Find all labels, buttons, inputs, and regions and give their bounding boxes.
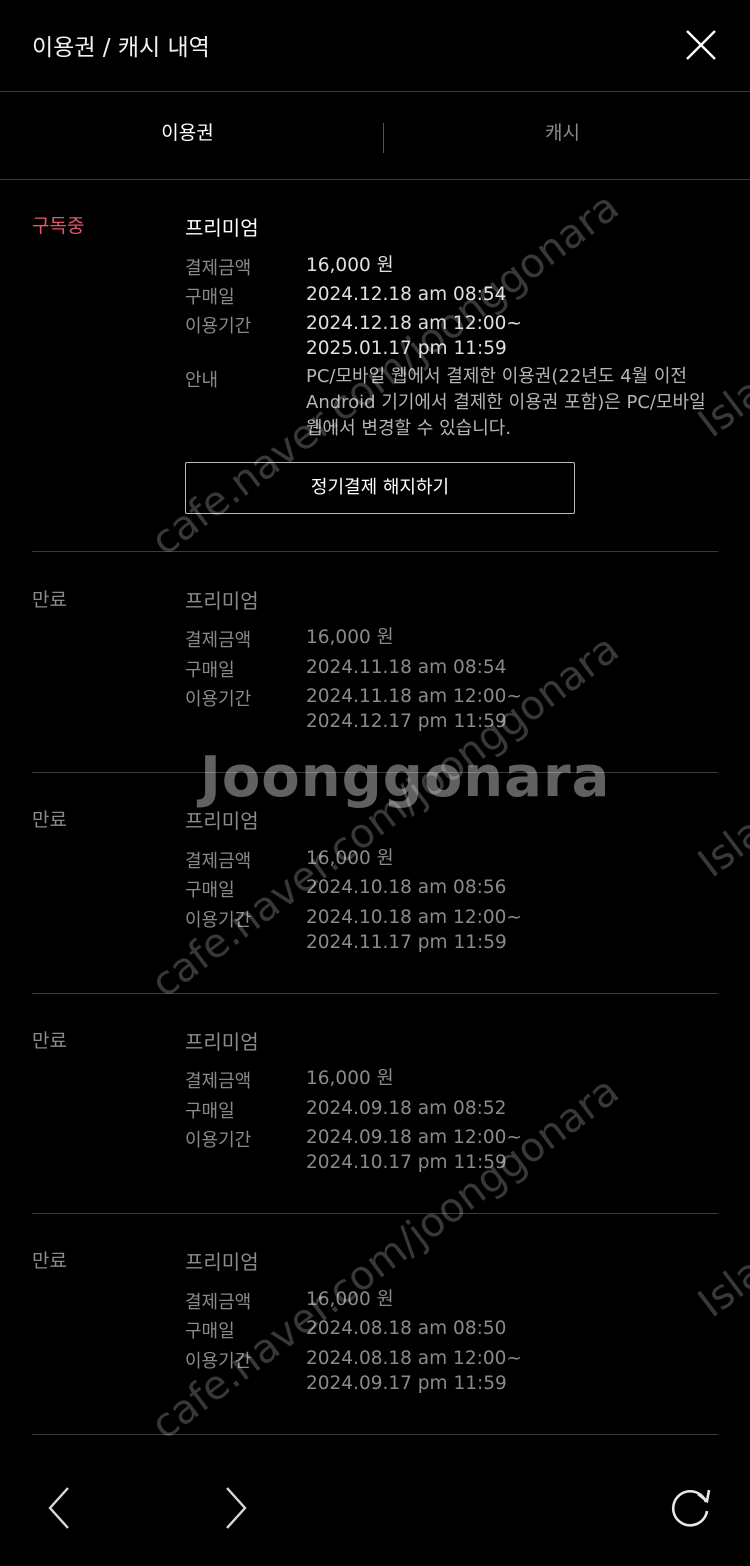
status-badge: 만료	[32, 589, 67, 611]
period-end-value: 2024.12.17 pm 11:59	[306, 711, 507, 732]
watermark-text: Island	[690, 1218, 750, 1327]
divider	[32, 993, 718, 994]
divider	[32, 1213, 718, 1214]
chevron-right-icon	[226, 1487, 247, 1529]
period-start-value: 2024.10.18 am 12:00~	[306, 907, 522, 928]
watermark-text: Island	[690, 778, 750, 887]
purchase-date-label: 구매일	[185, 1101, 235, 1122]
plan-name: 프리미엄	[185, 809, 259, 833]
notice-text: PC/모바일 웹에서 결제한 이용권(22년도 4월 이전 Android 기기…	[306, 366, 706, 439]
period-start-value: 2024.08.18 am 12:00~	[306, 1348, 522, 1369]
close-button[interactable]	[684, 28, 718, 62]
period-label: 이용기간	[185, 910, 252, 931]
divider	[32, 1434, 718, 1435]
purchase-date-value: 2024.09.18 am 08:52	[306, 1098, 507, 1119]
close-icon	[686, 30, 716, 60]
bottom-nav-bar	[0, 1460, 750, 1566]
page-title: 이용권 / 캐시 내역	[32, 35, 210, 61]
period-end-value: 2025.01.17 pm 11:59	[306, 338, 507, 359]
amount-label: 결제금액	[185, 1071, 252, 1092]
divider	[32, 772, 718, 773]
amount-label: 결제금액	[185, 851, 252, 872]
divider	[32, 551, 718, 552]
amount-value: 16,000 원	[306, 848, 394, 869]
purchase-date-label: 구매일	[185, 660, 235, 681]
purchase-date-label: 구매일	[185, 880, 235, 901]
amount-value: 16,000 원	[306, 255, 394, 276]
status-badge: 만료	[32, 1030, 67, 1052]
watermark-logo: Joonggonara	[200, 745, 611, 810]
forward-button[interactable]	[215, 1484, 255, 1532]
period-label: 이용기간	[185, 689, 252, 710]
tab-pass[interactable]: 이용권	[0, 93, 375, 180]
plan-name: 프리미엄	[185, 589, 259, 613]
period-end-value: 2024.09.17 pm 11:59	[306, 1373, 507, 1394]
tab-cash[interactable]: 캐시	[375, 93, 750, 180]
amount-value: 16,000 원	[306, 1289, 394, 1310]
period-start-value: 2024.09.18 am 12:00~	[306, 1127, 522, 1148]
period-label: 이용기간	[185, 316, 252, 337]
notice-label: 안내	[185, 370, 219, 391]
refresh-icon	[671, 1489, 711, 1527]
cancel-subscription-button[interactable]: 정기결제 해지하기	[185, 462, 575, 514]
plan-name: 프리미엄	[185, 1250, 259, 1274]
purchase-date-label: 구매일	[185, 287, 235, 308]
purchase-date-value: 2024.08.18 am 08:50	[306, 1318, 507, 1339]
purchase-date-value: 2024.12.18 am 08:54	[306, 284, 507, 305]
purchase-date-label: 구매일	[185, 1321, 235, 1342]
chevron-left-icon	[48, 1487, 69, 1529]
refresh-button[interactable]	[668, 1484, 714, 1530]
period-end-value: 2024.11.17 pm 11:59	[306, 932, 507, 953]
amount-label: 결제금액	[185, 258, 252, 279]
plan-name: 프리미엄	[185, 216, 259, 240]
period-label: 이용기간	[185, 1351, 252, 1372]
amount-value: 16,000 원	[306, 627, 394, 648]
plan-name: 프리미엄	[185, 1030, 259, 1054]
period-end-value: 2024.10.17 pm 11:59	[306, 1152, 507, 1173]
amount-label: 결제금액	[185, 630, 252, 651]
amount-label: 결제금액	[185, 1292, 252, 1313]
status-badge: 만료	[32, 1250, 67, 1272]
period-start-value: 2024.12.18 am 12:00~	[306, 313, 522, 334]
purchase-date-value: 2024.10.18 am 08:56	[306, 877, 507, 898]
period-label: 이용기간	[185, 1130, 252, 1151]
back-button[interactable]	[40, 1484, 80, 1532]
tab-bar: 이용권 캐시	[0, 93, 750, 180]
header: 이용권 / 캐시 내역	[0, 0, 750, 92]
amount-value: 16,000 원	[306, 1068, 394, 1089]
status-badge: 만료	[32, 809, 67, 831]
status-badge: 구독중	[32, 215, 85, 237]
purchase-date-value: 2024.11.18 am 08:54	[306, 657, 507, 678]
period-start-value: 2024.11.18 am 12:00~	[306, 686, 522, 707]
